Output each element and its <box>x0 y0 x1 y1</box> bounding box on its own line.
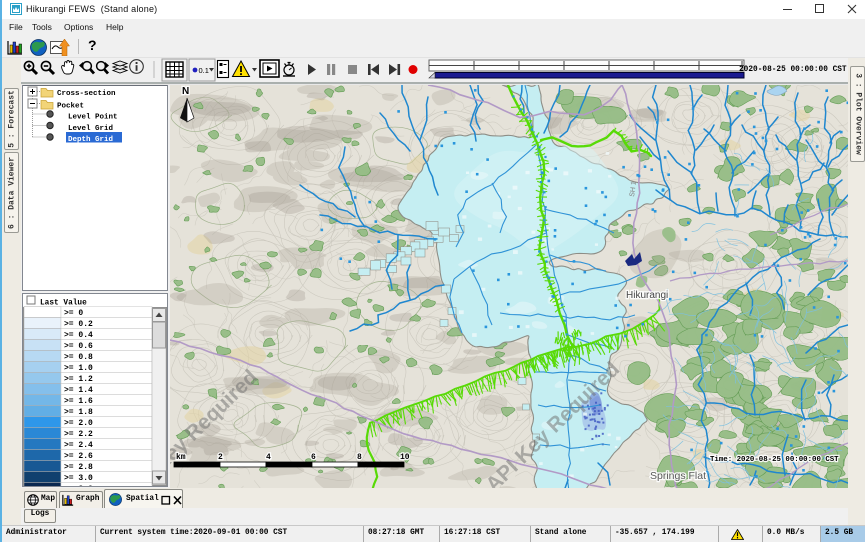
svg-text:Hikurangi: Hikurangi <box>626 290 668 301</box>
svg-text:>= 1.0: >= 1.0 <box>64 364 93 373</box>
svg-text:>= 0.4: >= 0.4 <box>64 331 93 340</box>
svg-text:>= 2.4: >= 2.4 <box>64 441 93 450</box>
svg-text:>= 0.6: >= 0.6 <box>64 342 93 351</box>
svg-text:>= 1.8: >= 1.8 <box>64 408 93 417</box>
svg-text:>= 2.2: >= 2.2 <box>64 430 93 439</box>
svg-text:>= 1.2: >= 1.2 <box>64 375 93 384</box>
svg-text:4: 4 <box>266 453 271 462</box>
svg-text:>= 1.4: >= 1.4 <box>64 386 93 395</box>
svg-text:>= 3.0: >= 3.0 <box>64 474 93 483</box>
svg-text:>= 2.0: >= 2.0 <box>64 419 93 428</box>
svg-text:>= 0.2: >= 0.2 <box>64 320 93 329</box>
svg-text:Level Grid: Level Grid <box>68 125 113 133</box>
svg-text:>= 0.8: >= 0.8 <box>64 353 93 362</box>
svg-text:>= 2.8: >= 2.8 <box>64 463 93 472</box>
svg-text:>= 3.2: >= 3.2 <box>64 485 93 486</box>
svg-text:8: 8 <box>357 453 362 462</box>
svg-text:>= 2.6: >= 2.6 <box>64 452 93 461</box>
svg-text:6: 6 <box>311 453 316 462</box>
svg-text:2020-08-25 00:00:00 CST: 2020-08-25 00:00:00 CST <box>739 66 847 74</box>
svg-text:>= 0: >= 0 <box>64 309 83 318</box>
svg-text:Springs Flat: Springs Flat <box>650 470 706 482</box>
svg-text:Time: 2020-08-25 00:00:00 CST: Time: 2020-08-25 00:00:00 CST <box>710 456 839 464</box>
svg-text:km: km <box>176 453 186 462</box>
svg-text:Pocket: Pocket <box>57 103 84 111</box>
svg-text:2: 2 <box>218 453 223 462</box>
svg-text:Level Point: Level Point <box>68 114 118 122</box>
svg-text:N: N <box>182 86 189 97</box>
svg-text:0.1: 0.1 <box>199 66 209 75</box>
svg-text:Depth Grid: Depth Grid <box>68 136 113 144</box>
svg-text:Cross-section: Cross-section <box>57 90 116 98</box>
svg-text:10: 10 <box>400 453 410 462</box>
svg-text:>= 1.6: >= 1.6 <box>64 397 93 406</box>
